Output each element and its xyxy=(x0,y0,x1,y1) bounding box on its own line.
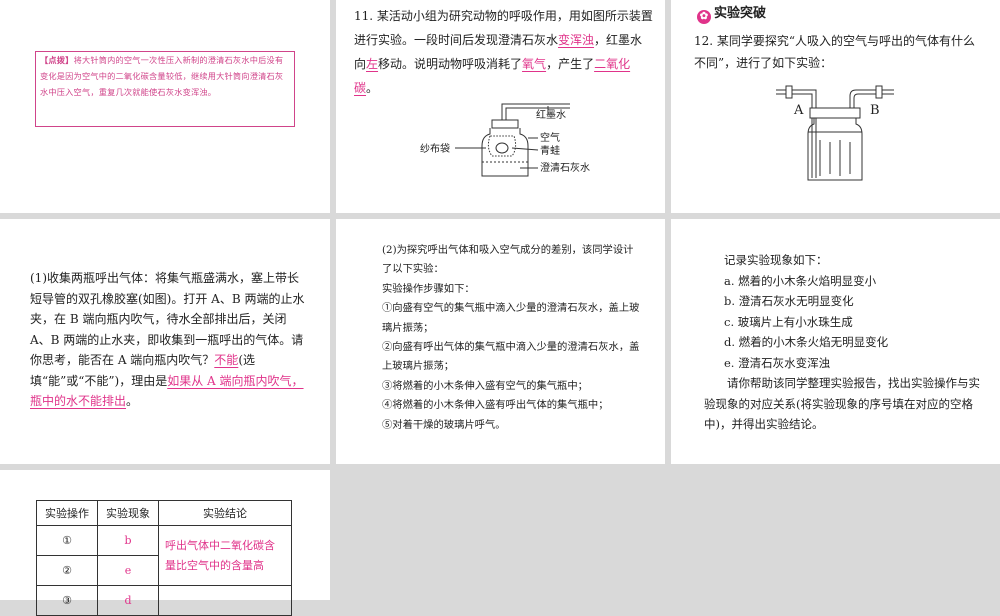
label-red-ink: 红墨水 xyxy=(536,108,566,121)
phenomena-request: 请你帮助该同学整理实验报告，找出实验操作与实验现象的对应关系(将实验现象的序号填… xyxy=(704,376,980,431)
table-cell-phenomenon: d xyxy=(97,585,159,616)
table-header: 实验现象 xyxy=(97,500,159,526)
tip-box: 【点拨】将大针筒内的空气一次性压入新制的澄清石灰水中后没有变化是因为空气中的二氧… xyxy=(35,51,295,127)
label-frog: 青蛙 xyxy=(540,144,560,157)
tip-text: 将大针筒内的空气一次性压入新制的澄清石灰水中后没有变化是因为空气中的二氧化碳含量… xyxy=(40,55,284,97)
part1-answer-1: 不能 xyxy=(214,353,239,367)
table-cell-phenomenon: e xyxy=(97,555,159,586)
section-title: 实验突破 xyxy=(714,6,767,21)
table-header: 实验结论 xyxy=(158,500,292,526)
table-cell-op: ① xyxy=(36,525,98,556)
table-row: ① b 呼出气体中二氧化碳含量比空气中的含量高 xyxy=(36,525,292,586)
part-1-text: (1)收集两瓶呼出气体：将集气瓶盛满水，塞上带长短导管的双孔橡胶塞(如图)。打开… xyxy=(30,268,310,412)
tip-tag: 【点拨】 xyxy=(40,55,74,65)
q11-answer-2: 左 xyxy=(366,57,379,71)
label-air: 空气 xyxy=(540,131,560,144)
label-b: B xyxy=(870,103,880,118)
table-cell-conclusion: 呼出气体中二氧化碳含量比空气中的含量高 xyxy=(158,525,292,586)
part1-text-1: (1)收集两瓶呼出气体：将集气瓶盛满水，塞上带长短导管的双孔橡胶塞(如图)。打开… xyxy=(30,271,305,367)
part2-step: ⑤对着干燥的玻璃片呼气。 xyxy=(382,418,506,431)
question-12: 12. 某同学要探究“人吸入的空气与呼出的气体有什么不同”，进行了如下实验： xyxy=(694,34,976,70)
q11-answer-1: 变浑浊 xyxy=(558,33,595,47)
phenomena-item: b. 澄清石灰水无明显变化 xyxy=(724,294,854,308)
phenomena-item: c. 玻璃片上有小水珠生成 xyxy=(724,314,853,329)
label-a: A xyxy=(793,103,804,118)
phenomena-text: 记录实验现象如下： a. 燃着的小木条火焰明显变小 b. 澄清石灰水无明显变化 … xyxy=(704,250,984,435)
part2-step: ②向盛有呼出气体的集气瓶中滴入少量的澄清石灰水，盖上玻璃片振荡； xyxy=(382,341,640,373)
part2-intro: (2)为探究呼出气体和吸入空气成分的差别，该同学设计了以下实验： xyxy=(382,244,634,276)
label-bag: 纱布袋 xyxy=(420,142,450,155)
q12-gas-bottle-figure: A B xyxy=(776,85,894,181)
part2-steps-title: 实验操作步骤如下： xyxy=(382,282,475,295)
phenomena-item: a. 燃着的小木条火焰明显变小 xyxy=(724,273,877,288)
table-header: 实验操作 xyxy=(36,500,98,526)
table-cell-op: ② xyxy=(36,555,98,586)
phenomena-title: 记录实验现象如下： xyxy=(724,253,828,267)
table-cell-phenomenon: b xyxy=(97,525,159,556)
q11-end: 。 xyxy=(366,81,379,95)
question-11: 11. 某活动小组为研究动物的呼吸作用，用如图所示装置进行实验。一段时间后发现澄… xyxy=(354,4,654,100)
phenomena-item: e. 澄清石灰水变浑浊 xyxy=(724,355,831,370)
results-table: 实验操作 实验现象 实验结论 ① b 呼出气体中二氧化碳含量比空气中的含量高 ②… xyxy=(36,500,292,616)
q11-answer-3: 氧气 xyxy=(522,57,547,71)
table-row: ③ d xyxy=(36,585,292,616)
phenomena-item: d. 燃着的小木条火焰无明显变化 xyxy=(724,335,889,349)
q11-mid-2: 移动。说明动物呼吸消耗了 xyxy=(378,57,523,71)
q11-mid-3: ，产生了 xyxy=(546,57,595,71)
part2-step: ③将燃着的小木条伸入盛有空气的集气瓶中； xyxy=(382,379,588,392)
table-cell-empty xyxy=(158,585,292,616)
table-header-row: 实验操作 实验现象 实验结论 xyxy=(36,500,292,526)
table-cell-op: ③ xyxy=(36,585,98,616)
part-2-text: (2)为探究呼出气体和吸入空气成分的差别，该同学设计了以下实验： 实验操作步骤如… xyxy=(382,241,642,435)
flower-icon: ✿ xyxy=(697,10,711,24)
part1-end: 。 xyxy=(126,394,139,408)
label-lime-water: 澄清石灰水 xyxy=(540,161,590,174)
part2-step: ④将燃着的小木条伸入盛有呼出气体的集气瓶中； xyxy=(382,399,609,412)
section-header: ✿ 实验突破 xyxy=(697,2,766,24)
part2-step: ①向盛有空气的集气瓶中滴入少量的澄清石灰水，盖上玻璃片振荡； xyxy=(382,302,640,334)
q11-apparatus-figure: 红墨水 空气 青蛙 纱布袋 澄清石灰水 xyxy=(420,103,590,177)
